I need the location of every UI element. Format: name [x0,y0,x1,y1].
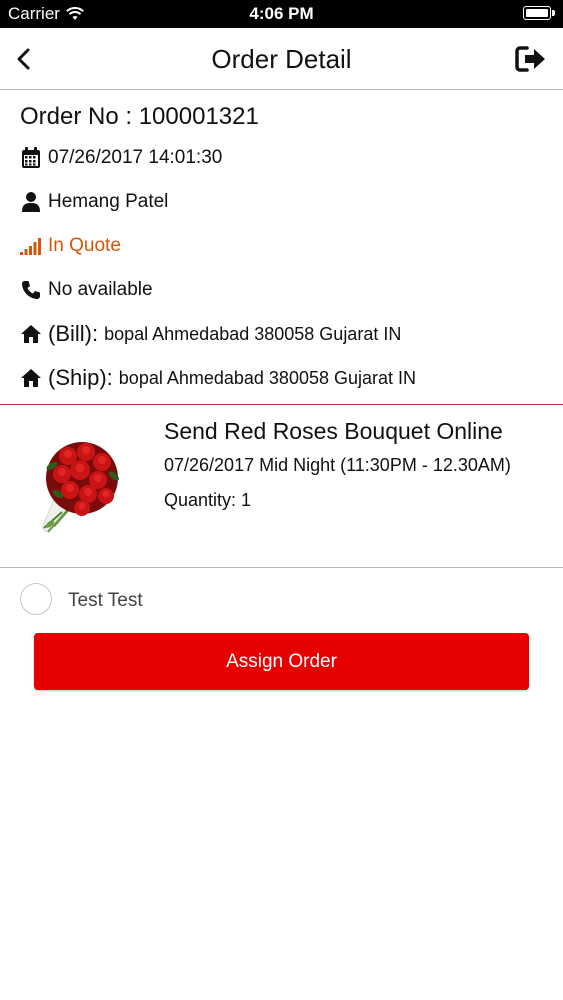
page-title: Order Detail [211,44,352,74]
home-icon [20,367,42,389]
bill-label: (Bill): [48,321,99,346]
battery-icon [523,6,555,20]
user-icon [20,191,42,213]
order-number: Order No : 100001321 [20,103,259,130]
section-divider [0,567,563,568]
signal-bars-icon [20,235,42,257]
logout-button[interactable] [515,45,547,73]
phone-icon [20,279,42,301]
ship-label: (Ship): [48,365,113,390]
status-row: In Quote [20,235,121,257]
customer-name: Hemang Patel [48,191,169,212]
section-divider [0,404,563,405]
assignee-radio[interactable] [20,583,52,615]
home-icon [20,323,42,345]
sign-out-icon [515,46,545,72]
calendar-icon [20,147,42,169]
status-bar: Carrier 4:06 PM [0,0,563,28]
order-status: In Quote [48,235,121,256]
ship-address: bopal Ahmedabad 380058 Gujarat IN [118,367,417,388]
rose-bouquet-image [41,442,119,533]
product-quantity: Quantity: 1 [164,490,252,510]
status-time: 4:06 PM [249,4,314,23]
bill-address-row: (Bill): bopal Ahmedabad 380058 Gujarat I… [20,321,401,347]
customer-row: Hemang Patel [20,191,168,213]
phone-row: No available [20,279,153,301]
assign-order-button[interactable]: Assign Order [34,633,529,690]
ship-address-row: (Ship): bopal Ahmedabad 380058 Gujarat I… [20,365,416,391]
order-datetime-row: 07/26/2017 14:01:30 [20,147,222,169]
product-name: Send Red Roses Bouquet Online [164,418,503,444]
order-datetime: 07/26/2017 14:01:30 [48,147,223,168]
bill-address: bopal Ahmedabad 380058 Gujarat IN [104,323,402,344]
assignee-name[interactable]: Test Test [68,590,143,612]
product-image [34,432,130,540]
delivery-slot: 07/26/2017 Mid Night (11:30PM - 12.30AM) [164,455,511,475]
nav-bar: Order Detail [0,28,563,90]
phone-number: No available [48,279,153,300]
